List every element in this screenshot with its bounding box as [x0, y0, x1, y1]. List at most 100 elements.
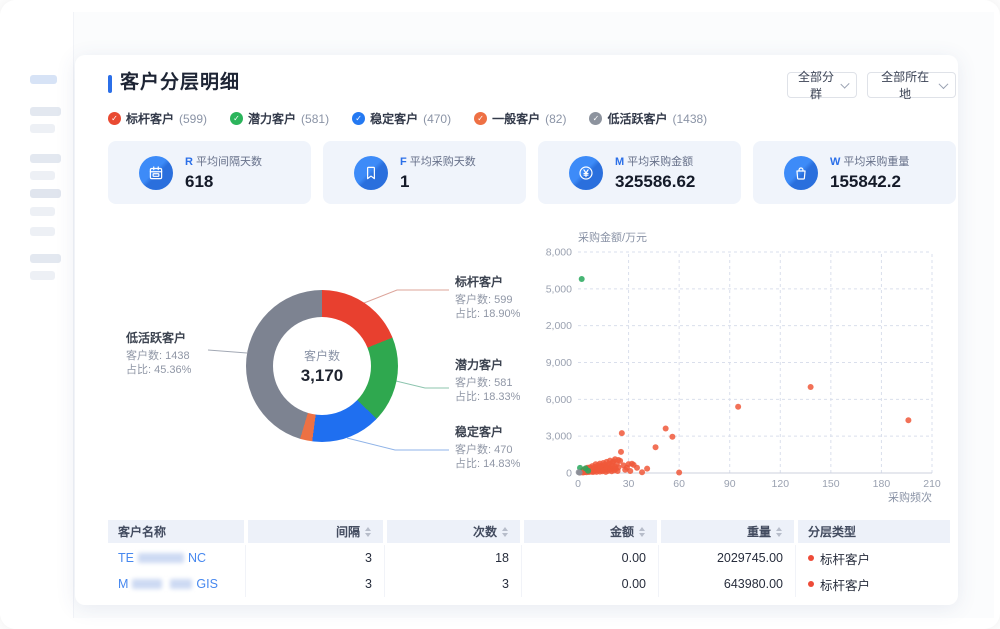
chevron-down-icon — [840, 79, 849, 88]
stat-letter: W — [830, 156, 840, 168]
scatter-chart[interactable]: 03,0006,0009,00012,00015,00018,000030609… — [545, 225, 960, 507]
stat-card-label: M平均采购金额 — [615, 153, 695, 169]
svg-text:12,000: 12,000 — [545, 320, 572, 332]
table-row-2-cell-1: 3 — [248, 571, 385, 597]
stat-card-label: F平均采购天数 — [400, 153, 476, 169]
sort-icon[interactable] — [776, 527, 782, 537]
check-circle-icon: ✓ — [108, 112, 121, 125]
sidebar-skeleton-bar — [30, 75, 57, 84]
svg-text:60: 60 — [673, 478, 685, 490]
legend-item-2[interactable]: ✓潜力客户 (581) — [230, 110, 329, 127]
table-row-2-cell-3: 0.00 — [524, 571, 659, 597]
legend-item-label: 稳定客户 — [370, 110, 418, 127]
stat-card-label: W平均采购重量 — [830, 153, 909, 169]
bag-icon — [784, 156, 818, 190]
svg-text:3,000: 3,000 — [546, 431, 572, 443]
stat-card-label: R平均间隔天数 — [185, 153, 262, 169]
customer-name-link[interactable]: TENC — [118, 551, 206, 565]
svg-text:180: 180 — [873, 478, 891, 490]
app-window: 客户分层明细 全部分群 全部所在地 ✓ 标杆客户 (599) ✓潜力客户 (581)… — [0, 0, 1000, 629]
type-dot-icon — [808, 581, 814, 587]
svg-text:采购金额/万元: 采购金额/万元 — [578, 230, 647, 244]
check-circle-icon: ✓ — [474, 112, 487, 125]
sidebar-skeleton-bar — [30, 171, 55, 180]
sort-icon[interactable] — [639, 527, 645, 537]
table-row-2-cell-2: 3 — [387, 571, 522, 597]
table-row-1-type: 标杆客户 — [798, 545, 950, 571]
stat-card-f: F平均采购天数 1 — [323, 141, 526, 204]
legend-item-label: 低活跃客户 — [607, 110, 667, 127]
customer-name-link[interactable]: MGIS — [118, 577, 218, 591]
redacted-text — [138, 553, 184, 563]
svg-text:9,000: 9,000 — [546, 357, 572, 369]
callout-title: 低活跃客户 — [126, 329, 256, 346]
table-row-1-cell-2: 18 — [387, 545, 522, 571]
sidebar-skeleton-bar — [30, 189, 61, 198]
svg-text:采购频次: 采购频次 — [888, 490, 932, 504]
stat-letter: M — [615, 156, 624, 168]
page-title: 客户分层明细 — [120, 67, 240, 94]
sidebar-skeleton-bar — [30, 154, 61, 163]
stat-cards: R平均间隔天数618F平均采购天数1M平均采购金额325586.62W平均采购重… — [108, 141, 956, 204]
svg-text:150: 150 — [822, 478, 840, 490]
col-header-3[interactable]: 次数 — [387, 520, 520, 543]
svg-text:90: 90 — [724, 478, 736, 490]
type-dot-icon — [808, 555, 814, 561]
redacted-text — [170, 579, 192, 589]
legend-item-count: (599) — [179, 112, 207, 126]
sidebar-skeleton — [0, 0, 73, 629]
col-header-1: 客户名称 — [108, 520, 244, 543]
main-panel: 客户分层明细 全部分群 全部所在地 ✓ 标杆客户 (599) ✓潜力客户 (581)… — [75, 55, 958, 605]
sidebar-skeleton-bar — [30, 271, 55, 280]
redacted-text — [132, 579, 162, 589]
col-header-4[interactable]: 金额 — [524, 520, 657, 543]
legend-item-1[interactable]: ✓ 标杆客户 (599) — [108, 110, 207, 127]
svg-text:15,000: 15,000 — [545, 283, 572, 295]
check-circle-icon: ✓ — [352, 112, 365, 125]
svg-text:0: 0 — [566, 468, 572, 480]
table-row-2-type: 标杆客户 — [798, 571, 950, 597]
table-row-1-cell-1: 3 — [248, 545, 385, 571]
svg-text:6,000: 6,000 — [546, 394, 572, 406]
legend-item-count: (1438) — [672, 112, 707, 126]
svg-text:18,000: 18,000 — [545, 247, 572, 259]
sort-icon[interactable] — [502, 527, 508, 537]
sort-icon[interactable] — [365, 527, 371, 537]
filter-segment-select-label: 全部分群 — [796, 68, 836, 102]
sidebar-skeleton-bar — [30, 107, 61, 116]
stat-card-value: 155842.2 — [830, 172, 909, 192]
table-row-2-name: MGIS — [108, 571, 246, 597]
filter-location-select[interactable]: 全部所在地 — [867, 72, 956, 98]
legend: ✓标杆客户 (599)✓潜力客户 (581)✓稳定客户 (470)✓一般客户 (… — [108, 110, 707, 127]
legend-item-4[interactable]: ✓一般客户 (82) — [474, 110, 566, 127]
callout-count: 客户数: 1438 — [126, 349, 256, 363]
col-header-2[interactable]: 间隔 — [248, 520, 383, 543]
table-row-2-cell-4: 643980.00 — [661, 571, 796, 597]
legend-item-3[interactable]: ✓稳定客户 (470) — [352, 110, 451, 127]
yen-coin-icon — [569, 156, 603, 190]
check-circle-icon: ✓ — [589, 112, 602, 125]
filter-location-select-label: 全部所在地 — [876, 68, 934, 102]
svg-text:0: 0 — [575, 478, 581, 490]
calendar-icon — [139, 156, 173, 190]
table-row-1-name: TENC — [108, 545, 246, 571]
col-header-5[interactable]: 重量 — [661, 520, 794, 543]
check-circle-icon: ✓ — [230, 112, 243, 125]
callout-pct: 占比: 45.36% — [126, 363, 256, 377]
filter-segment-select[interactable]: 全部分群 — [787, 72, 857, 98]
svg-text:120: 120 — [772, 478, 790, 490]
stat-card-value: 325586.62 — [615, 172, 695, 192]
bookmark-icon — [354, 156, 388, 190]
sidebar-skeleton-bar — [30, 254, 61, 263]
stat-card-value: 1 — [400, 172, 476, 192]
stat-letter: F — [400, 156, 407, 168]
svg-text:210: 210 — [923, 478, 941, 490]
title-accent-bar — [108, 75, 112, 93]
donut-center-label: 客户数 3,170 — [273, 317, 371, 415]
legend-item-count: (581) — [301, 112, 329, 126]
chevron-down-icon — [939, 79, 949, 89]
donut-callout-低活跃客户: 低活跃客户客户数: 1438占比: 45.36% — [126, 329, 256, 377]
legend-item-label: 标杆客户 — [126, 110, 174, 127]
legend-item-5[interactable]: ✓ 低活跃客户 (1438) — [589, 110, 707, 127]
legend-item-count: (82) — [545, 112, 566, 126]
